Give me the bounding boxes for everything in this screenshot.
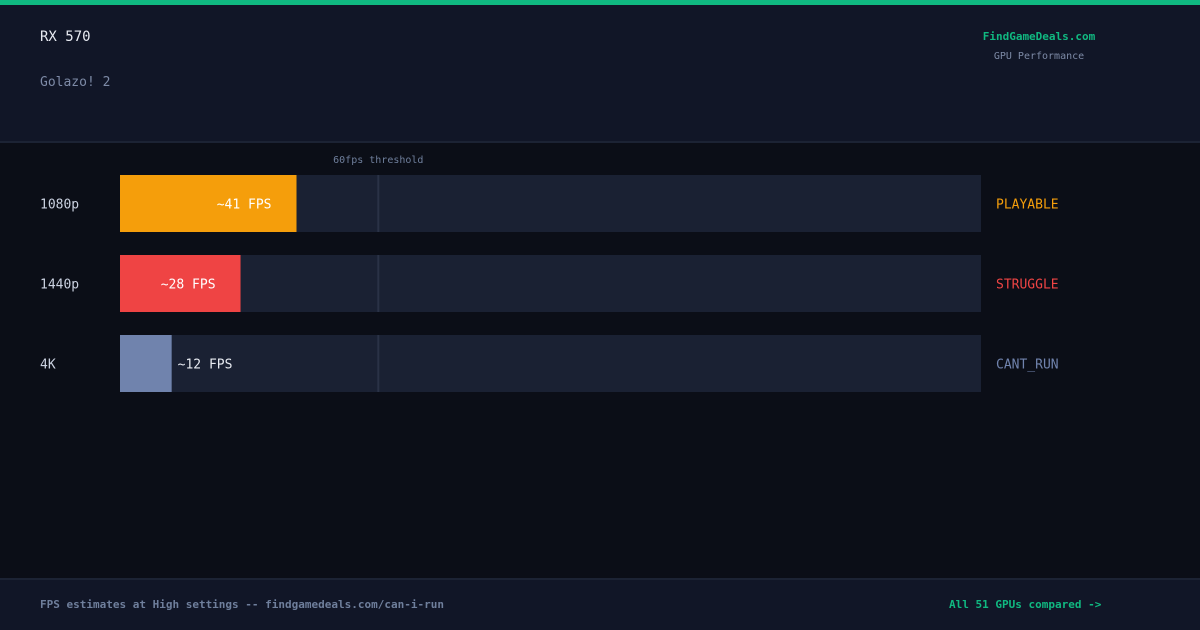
footer: FPS estimates at High settings -- findga… [0,580,1200,630]
status-label: CANT_RUN [996,358,1059,373]
status-label: STRUGGLE [996,278,1059,293]
status-label: PLAYABLE [996,198,1059,213]
footer-note: FPS estimates at High settings -- findga… [40,598,444,611]
fps-bar-chart: 60fps threshold 1080p ~41 FPS PLAYABLE 1440p… [40,155,1059,392]
category-label: 4K [40,358,56,373]
brand-name[interactable]: FindGameDeals.com [939,30,1139,43]
brand-subtitle: GPU Performance [993,51,1085,62]
fps-value-label: ~28 FPS [161,278,216,293]
brand-block: FindGameDeals.com GPU Performance [939,30,1139,62]
bar-track [120,255,981,312]
fps-value-label: ~12 FPS [178,358,233,373]
game-title: Golazo! 2 [40,75,111,90]
threshold-label: 60fps threshold [333,155,423,166]
all-gpus-link[interactable]: All 51 GPUs compared -> [949,598,1101,611]
fps-bar [120,335,172,392]
bar-track [120,335,981,392]
category-label: 1080p [40,198,79,213]
category-label: 1440p [40,278,79,293]
fps-value-label: ~41 FPS [217,198,272,213]
header: RX 570 Golazo! 2 FindGameDeals.com GPU P… [0,5,1200,141]
gpu-title: RX 570 [40,29,91,45]
